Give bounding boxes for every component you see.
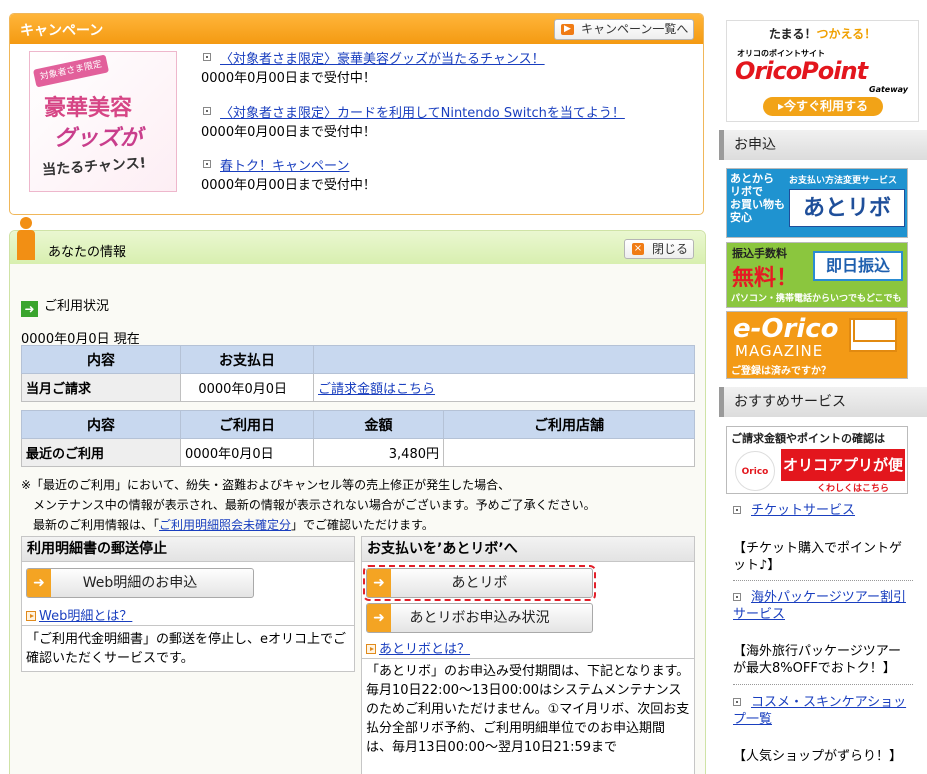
orico-app-banner[interactable]: ご請求金額やポイントの確認は Orico オリコアプリが便利！ くわしくはこちら — [726, 426, 908, 494]
row-label: 最近のご利用 — [21, 438, 181, 467]
ticket-service-link[interactable]: チケットサービス — [751, 503, 855, 518]
sidebar-section-recommended: おすすめサービス — [719, 387, 927, 417]
orico-logo-icon: Orico — [735, 451, 775, 491]
box-title: 利用明細書の郵送停止 — [22, 537, 354, 562]
close-label: 閉じる — [652, 242, 689, 256]
envelope-icon — [849, 318, 897, 352]
person-icon — [14, 217, 38, 261]
usage-amount: 3,480円 — [313, 438, 444, 467]
table-header: ご利用日 — [180, 410, 314, 439]
oricopoint-tagline: たまる！つかえる！ — [768, 27, 877, 41]
usage-date: 0000年0月0日 — [180, 438, 314, 467]
list-item: 海外パッケージツアー割引サービス — [733, 589, 913, 623]
campaign-list-button[interactable]: ▶ キャンペーン一覧へ — [554, 19, 694, 40]
payment-date: 0000年0月0日 — [180, 373, 314, 402]
web-statement-apply-button[interactable]: ➜ Web明細のお申込 — [26, 568, 254, 598]
divider — [733, 684, 913, 685]
info-panel: あなたの情報 × 閉じる ➜ ご利用状況 0000年0月0日 現在 内容 お支払日… — [9, 217, 706, 774]
atorib-button[interactable]: ➜ あとリボ — [363, 565, 596, 601]
table-row: 最近のご利用 0000年0月0日 3,480円 — [21, 438, 695, 467]
usage-detail-link[interactable]: ご利用明細照会未確定分 — [159, 518, 291, 532]
atorib-link[interactable]: あとリボとは？ — [379, 642, 470, 657]
web-statement-info: Web明細とは？ — [26, 605, 132, 624]
banner-tag: 対象者さま限定 — [32, 54, 110, 88]
table-header: ご利用店舗 — [443, 410, 695, 439]
divider — [362, 658, 694, 659]
info-title: あなたの情報 — [48, 245, 127, 260]
arrow-right-icon: ➜ — [367, 569, 391, 597]
table-header — [313, 345, 695, 374]
oricopoint-banner[interactable]: たまる！つかえる！ オリコのポイントサイト OricoPoint Gateway… — [726, 20, 919, 122]
list-item: コスメ・スキンケアショップ一覧 — [733, 694, 913, 728]
info-header: あなたの情報 × 閉じる — [10, 217, 705, 264]
sidebar-section-apply: お申込 — [719, 130, 927, 160]
billing-table: 内容 お支払日 当月ご請求 0000年0月0日 ご請求金額はこちら — [21, 345, 695, 402]
campaign-list-label: キャンペーン一覧へ — [581, 22, 689, 36]
campaign-banner[interactable]: 対象者さま限定 豪華美容 グッズが 当たるチャンス! — [29, 51, 177, 192]
transfer-free-banner[interactable]: 振込手数料 無料！ 即日振込 パソコン・携帯電話からいつでもどこでも — [726, 242, 908, 308]
banner-line2: グッズが — [54, 126, 143, 151]
bullet-icon — [733, 593, 741, 601]
campaign-link[interactable]: 春トク！キャンペーン — [220, 159, 349, 174]
row-label: 当月ご請求 — [21, 373, 181, 402]
box-description: 「ご利用代金明細書」の郵送を停止し、eオリコ上でご確認いただくサービスです。 — [26, 632, 346, 666]
bullet-icon — [733, 698, 741, 706]
usage-store — [443, 438, 695, 467]
oricopoint-gateway: Gateway — [869, 85, 908, 94]
cosme-shop-link[interactable]: コスメ・スキンケアショップ一覧 — [733, 695, 906, 727]
mail-stop-box: 利用明細書の郵送停止 ➜ Web明細のお申込 Web明細とは？ 「ご利用代金明細… — [21, 536, 355, 672]
table-header: お支払日 — [180, 345, 314, 374]
bullet-icon — [203, 160, 211, 168]
table-row: 当月ご請求 0000年0月0日 ご請求金額はこちら — [21, 373, 695, 402]
campaign-date: 0000年0月00日まで受付中！ — [201, 125, 376, 140]
list-item: チケットサービス — [733, 502, 913, 519]
table-header: 金額 — [313, 410, 444, 439]
divider — [22, 625, 354, 626]
campaign-link[interactable]: 〈対象者さま限定〉カードを利用してNintendo Switchを当てよう！ — [220, 106, 625, 121]
usage-heading: ➜ ご利用状況 — [21, 295, 109, 317]
atorib-status-button[interactable]: ➜ あとリボお申込み状況 — [366, 603, 593, 633]
table-header: 内容 — [21, 345, 181, 374]
atorib-info: あとリボとは？ — [366, 638, 470, 657]
box-title: お支払いを’あとリボ’へ — [362, 537, 694, 562]
list-item-desc: 【海外旅行パッケージツアーが最大8%OFFでおトク！】 — [733, 644, 901, 676]
arrow-right-icon: ➜ — [21, 301, 38, 317]
campaign-header: キャンペーン ▶ キャンペーン一覧へ — [10, 14, 703, 44]
campaign-panel: キャンペーン ▶ キャンペーン一覧へ 対象者さま限定 豪華美容 グッズが 当たる… — [9, 13, 704, 215]
box-description: 「あとリボ」のお申込み受付期間は、下記となります。毎月10日22:00～13日0… — [366, 664, 690, 755]
campaign-link[interactable]: 〈対象者さま限定〉豪華美容グッズが当たるチャンス！ — [220, 52, 545, 67]
banner-line1: 豪華美容 — [44, 95, 133, 121]
arrow-right-icon: ➜ — [27, 569, 51, 597]
atorib-box: お支払いを’あとリボ’へ ➜ あとリボ ➜ あとリボお申込み状況 あとリボとは？… — [361, 536, 695, 774]
arrow-right-icon — [366, 644, 376, 654]
campaign-date: 0000年0月00日まで受付中！ — [201, 178, 376, 193]
bullet-icon — [203, 107, 211, 115]
arrow-right-icon — [26, 611, 36, 621]
divider — [733, 580, 913, 581]
overseas-tour-link[interactable]: 海外パッケージツアー割引サービス — [733, 590, 906, 622]
oricopoint-logo: OricoPoint — [735, 57, 868, 85]
campaign-date: 0000年0月00日まで受付中！ — [201, 71, 376, 86]
close-icon: × — [632, 243, 644, 255]
usage-note: ※「最近のご利用」において、紛失・盗難およびキャンセル等の売上修正が発生した場合… — [21, 478, 596, 532]
list-item-desc: 【チケット購入でポイントゲット♪】 — [733, 541, 903, 573]
campaign-item: 春トク！キャンペーン 0000年0月00日まで受付中！ — [201, 157, 681, 195]
list-item-desc: 【人気ショップがずらり！】 — [733, 749, 903, 764]
bullet-icon — [203, 53, 211, 61]
oricopoint-use-button[interactable]: ▸今すぐ利用する — [763, 97, 883, 116]
web-statement-link[interactable]: Web明細とは？ — [39, 609, 132, 624]
campaign-title: キャンペーン — [20, 23, 104, 39]
arrow-right-icon: ▶ — [561, 24, 574, 35]
recent-usage-table: 内容 ご利用日 金額 ご利用店舗 最近のご利用 0000年0月0日 3,480円 — [21, 410, 695, 467]
banner-line3: 当たるチャンス! — [41, 155, 147, 179]
campaign-item: 〈対象者さま限定〉カードを利用してNintendo Switchを当てよう！ 0… — [201, 104, 681, 142]
bullet-icon — [733, 506, 741, 514]
close-button[interactable]: × 閉じる — [624, 239, 694, 259]
table-header: 内容 — [21, 410, 181, 439]
arrow-right-icon: ➜ — [367, 604, 391, 632]
atorib-banner[interactable]: あとから リボで お買い物も 安心 お支払い方法変更サービス あとリボ — [726, 168, 908, 238]
billing-amount-link[interactable]: ご請求金額はこちら — [318, 382, 435, 397]
campaign-item: 〈対象者さま限定〉豪華美容グッズが当たるチャンス！ 0000年0月00日まで受付… — [201, 50, 681, 88]
eorico-magazine-banner[interactable]: e-Orico MAGAZINE ご登録は済みですか？ — [726, 311, 908, 379]
